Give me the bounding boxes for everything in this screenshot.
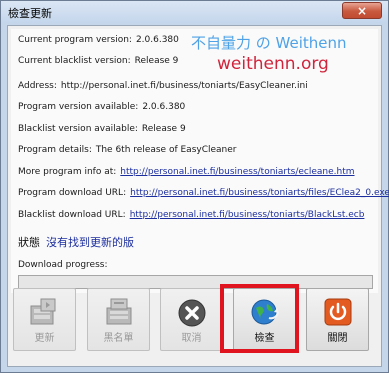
program-details-value: The 6th release of EasyCleaner (95, 145, 237, 155)
cancel-button-label: 取消 (181, 333, 202, 344)
program-details-row: Program details: The 6th release of EasyC… (18, 145, 237, 155)
window-close-button[interactable]: × (342, 2, 382, 19)
blacklist-version-available-value: Release 9 (141, 124, 186, 134)
address-label: Address: (18, 81, 57, 91)
check-button[interactable]: 檢查 (233, 288, 296, 351)
address-row: Address: http://personal.inet.fi/business… (18, 81, 308, 91)
blacklist-button[interactable]: 黑名單 (87, 288, 150, 351)
address-value: http://personal.inet.fi/business/toniart… (60, 81, 308, 91)
blacklist-server-icon (106, 298, 131, 325)
current-blacklist-version-value: Release 9 (134, 56, 179, 66)
update-button[interactable]: 更新 (13, 288, 76, 351)
current-blacklist-version-label: Current blacklist version: (18, 56, 131, 66)
program-version-available-value: 2.0.6.380 (142, 102, 186, 112)
computer-update-icon (30, 298, 55, 325)
program-version-available-row: Program version available: 2.0.6.380 (18, 102, 185, 112)
status-label: 狀態 (18, 236, 40, 249)
update-check-window: 檢查更新 × Current program version: 2.0.6.380… (0, 0, 389, 373)
close-button[interactable]: 關閉 (306, 288, 369, 351)
blacklist-button-label: 黑名單 (103, 333, 134, 344)
current-program-version-row: Current program version: 2.0.6.380 (18, 35, 179, 45)
more-program-info-label: More program info at: (18, 167, 117, 177)
current-blacklist-version-row: Current blacklist version: Release 9 (18, 56, 178, 66)
update-button-label: 更新 (34, 333, 55, 344)
watermark-url: weithenn.org (217, 54, 329, 74)
download-progress-label: Download progress: (18, 260, 108, 270)
power-icon (324, 298, 351, 326)
window-title: 檢查更新 (8, 7, 52, 20)
blacklist-download-url-link[interactable]: http://personal.inet.fi/business/toniart… (130, 210, 365, 220)
blacklist-version-available-label: Blacklist version available: (18, 124, 138, 134)
more-program-info-link[interactable]: http://personal.inet.fi/business/toniart… (120, 167, 354, 177)
status-row: 狀態 沒有找到更新的版 (18, 234, 134, 250)
globe-refresh-icon (251, 299, 279, 325)
current-program-version-label: Current program version: (18, 35, 132, 45)
more-program-info-row: More program info at: http://personal.ine… (18, 167, 355, 177)
cancel-x-icon (178, 299, 205, 327)
title-bar[interactable]: 檢查更新 × (1, 1, 388, 23)
program-download-url-row: Program download URL: http://personal.ine… (18, 188, 389, 198)
check-button-label: 檢查 (254, 333, 275, 344)
info-panel: Current program version: 2.0.6.380 Curren… (11, 29, 389, 293)
program-download-url-label: Program download URL: (18, 188, 127, 198)
blacklist-version-available-row: Blacklist version available: Release 9 (18, 124, 186, 134)
blacklist-download-url-row: Blacklist download URL: http://personal.i… (18, 210, 364, 220)
current-program-version-value: 2.0.6.380 (135, 35, 179, 45)
dialog-body: Current program version: 2.0.6.380 Curren… (7, 25, 389, 367)
watermark-title: 不自量力 の Weithenn (191, 34, 347, 52)
program-details-label: Program details: (18, 145, 92, 155)
program-version-available-label: Program version available: (18, 102, 139, 112)
program-download-url-link[interactable]: http://personal.inet.fi/business/toniart… (130, 188, 389, 198)
status-value: 沒有找到更新的版 (46, 236, 134, 249)
download-progress-bar (18, 275, 373, 289)
close-button-label: 關閉 (327, 333, 348, 344)
blacklist-download-url-label: Blacklist download URL: (18, 210, 126, 220)
cancel-button[interactable]: 取消 (160, 288, 223, 351)
